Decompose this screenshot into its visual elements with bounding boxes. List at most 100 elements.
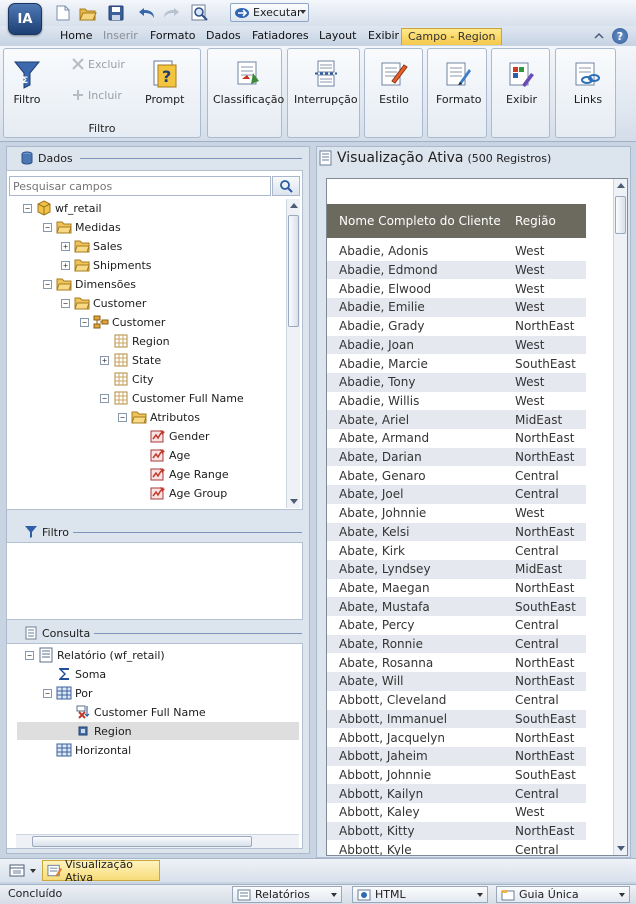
tab-field-region[interactable]: Campo - Region <box>401 28 503 45</box>
query-tree-item[interactable]: Soma <box>43 665 106 683</box>
search-fields-input[interactable] <box>9 176 271 196</box>
sort-button[interactable]: Classificação <box>213 59 284 106</box>
data-tree-item[interactable]: Region <box>100 332 170 350</box>
data-tree-item[interactable]: − Customer <box>80 313 165 331</box>
query-tree-item-label: Por <box>75 686 93 700</box>
data-tree-scrollbar[interactable] <box>286 199 300 508</box>
report-scrollbar[interactable] <box>613 179 627 855</box>
redo-icon[interactable] <box>162 4 180 22</box>
scroll-thumb[interactable] <box>288 215 299 327</box>
tab-active-preview[interactable]: Visualização Ativa <box>42 858 160 884</box>
collapse-toggle-icon[interactable]: − <box>43 222 52 232</box>
region-cell: NorthEast <box>515 824 575 839</box>
undo-icon[interactable] <box>138 4 156 22</box>
scroll-thumb[interactable] <box>32 836 252 847</box>
scroll-thumb[interactable] <box>615 196 626 234</box>
tab-data[interactable]: Dados <box>206 28 241 45</box>
data-tree-item[interactable]: + Shipments <box>61 256 152 274</box>
search-button[interactable] <box>272 176 300 196</box>
region-cell: Central <box>515 487 559 502</box>
column-header-customer-name[interactable]: Nome Completo do Cliente <box>339 214 501 228</box>
preview-header: Visualização Ativa (500 Registros) <box>318 149 551 167</box>
window-list-icon <box>9 864 25 877</box>
collapse-toggle-icon[interactable]: − <box>100 393 109 403</box>
scroll-down-icon[interactable] <box>617 846 625 851</box>
output-format-dropdown[interactable]: HTML <box>352 886 488 903</box>
preview-magnifier-icon[interactable] <box>191 4 209 22</box>
query-section-header[interactable]: Consulta <box>24 625 95 641</box>
reports-dropdown[interactable]: Relatórios <box>232 886 342 903</box>
query-tree-item[interactable]: − Por <box>43 684 93 702</box>
query-hscrollbar[interactable] <box>16 834 299 848</box>
run-button[interactable]: Executar <box>230 3 309 22</box>
query-tree-item[interactable]: − Relatório (wf_retail) <box>25 646 165 664</box>
collapse-toggle-icon[interactable]: − <box>61 298 70 308</box>
data-tree-item[interactable]: + Sales <box>61 237 122 255</box>
data-tree-item[interactable]: City <box>100 370 154 388</box>
new-document-icon[interactable] <box>54 4 72 22</box>
help-icon[interactable]: ? <box>612 28 628 44</box>
data-tree-item[interactable]: − Customer <box>61 294 146 312</box>
filter-section-header[interactable]: Filtro <box>24 524 73 540</box>
open-folder-icon[interactable] <box>79 4 97 22</box>
data-tree-item[interactable]: Age Range <box>137 465 229 483</box>
filter-drop-area[interactable] <box>6 542 303 620</box>
data-tree-item[interactable]: + State <box>100 351 161 369</box>
query-tree-item[interactable]: Region <box>17 722 299 740</box>
collapse-toggle-icon[interactable]: − <box>23 203 32 213</box>
data-tree-item[interactable]: Age <box>137 446 190 464</box>
view-switch-button[interactable] <box>9 862 39 880</box>
query-tree-item[interactable]: Customer Full Name <box>62 703 206 721</box>
style-button[interactable]: Estilo <box>379 59 409 106</box>
scroll-down-icon[interactable] <box>290 499 298 504</box>
chevron-down-icon[interactable] <box>300 10 306 14</box>
break-button[interactable]: Interrupção <box>294 59 358 106</box>
app-logo[interactable]: IA <box>8 3 42 35</box>
expand-toggle-icon[interactable]: + <box>100 355 109 365</box>
collapse-toggle-icon[interactable]: − <box>80 317 89 327</box>
run-label: Executar <box>253 6 302 19</box>
grid-icon <box>56 685 72 701</box>
expand-toggle-icon[interactable]: + <box>61 241 70 251</box>
tab-slicers[interactable]: Fatiadores <box>252 28 309 45</box>
table-row: Abadie, Tony West <box>327 372 586 392</box>
html-icon <box>357 889 371 900</box>
collapse-toggle-icon[interactable]: − <box>43 279 52 289</box>
filter-button[interactable]: Σ Filtro <box>12 59 42 106</box>
chevron-down-icon <box>30 869 36 873</box>
data-tree-item[interactable]: − Medidas <box>43 218 121 236</box>
column-header-region[interactable]: Região <box>515 214 556 228</box>
tab-view[interactable]: Exibir <box>368 28 399 45</box>
data-tree-item-label: Age Group <box>169 486 228 500</box>
data-tree-item[interactable]: − wf_retail <box>23 199 102 217</box>
data-tree-item[interactable]: Age Group <box>137 484 227 502</box>
collapse-toggle-icon[interactable]: − <box>25 650 34 660</box>
data-tree-item[interactable]: − Customer Full Name <box>100 389 244 407</box>
data-section-header[interactable]: Dados <box>20 150 77 166</box>
data-tree-item[interactable]: − Atributos <box>118 408 200 426</box>
collapse-toggle-icon[interactable]: − <box>118 412 127 422</box>
expand-toggle-icon[interactable]: + <box>61 260 70 270</box>
table-row: Abbott, Kaley West <box>327 803 586 822</box>
customer-name-cell: Abbott, Kailyn <box>339 786 424 801</box>
data-tree-item[interactable]: Gender <box>137 427 210 445</box>
links-group: Links <box>555 48 616 138</box>
region-cell: Central <box>515 468 559 483</box>
guide-dropdown[interactable]: Guia Única <box>496 886 630 903</box>
save-icon[interactable] <box>107 4 125 22</box>
table-row: Abate, Rosanna NorthEast <box>327 653 586 672</box>
data-tree-item-label: Dimensões <box>75 277 136 291</box>
links-button[interactable]: Links <box>573 59 603 106</box>
display-button[interactable]: Exibir <box>506 59 537 106</box>
tab-format[interactable]: Formato <box>150 28 196 45</box>
query-tree-item[interactable]: Horizontal <box>43 741 131 759</box>
format-button[interactable]: Formato <box>436 59 482 106</box>
scroll-up-icon[interactable] <box>290 203 298 208</box>
collapse-toggle-icon[interactable]: − <box>43 688 52 698</box>
scroll-up-icon[interactable] <box>617 183 625 188</box>
tab-home[interactable]: Home <box>60 28 92 45</box>
tab-layout[interactable]: Layout <box>319 28 356 45</box>
data-tree-item[interactable]: − Dimensões <box>43 275 136 293</box>
collapse-ribbon-icon[interactable] <box>593 30 605 42</box>
prompt-button[interactable]: ? Prompt <box>145 59 184 106</box>
